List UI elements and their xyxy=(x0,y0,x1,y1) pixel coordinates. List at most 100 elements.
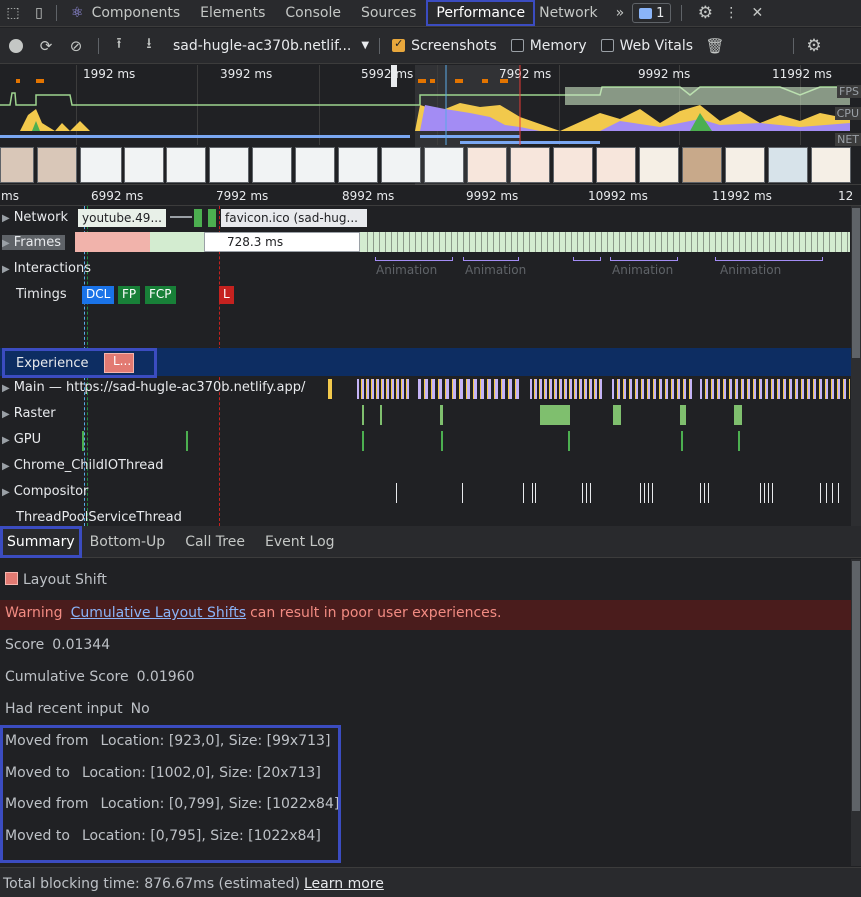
network-track[interactable]: ▶ Network youtube.49... favicon.ico (sad-… xyxy=(0,206,851,232)
animation-label[interactable]: Animation xyxy=(465,263,526,277)
issues-badge[interactable]: 1 xyxy=(632,3,672,23)
screenshots-checkbox[interactable]: Screenshots xyxy=(392,37,497,54)
gpu-task[interactable] xyxy=(362,431,364,451)
gpu-task[interactable] xyxy=(186,431,188,451)
childio-track[interactable]: ▶ Chrome_ChildIOThread xyxy=(0,454,851,480)
screenshot-thumbnail[interactable] xyxy=(124,147,164,183)
network-request[interactable] xyxy=(194,209,202,227)
tab-console[interactable]: Console xyxy=(275,0,351,26)
screenshot-thumbnail[interactable] xyxy=(252,147,292,183)
screenshot-thumbnail[interactable] xyxy=(553,147,593,183)
raster-task[interactable] xyxy=(540,405,570,425)
timeline-overview[interactable]: 1992 ms 3992 ms 5992 ms 7992 ms 9992 ms … xyxy=(0,65,861,185)
load-profile-button[interactable]: ⭱ xyxy=(107,34,131,58)
kebab-menu-icon[interactable]: ⋮ xyxy=(718,0,744,26)
gpu-task[interactable] xyxy=(82,431,84,451)
profile-select[interactable]: sad-hugle-ac370b.netlif... ▼ xyxy=(173,38,369,54)
tab-network[interactable]: Network xyxy=(535,0,607,26)
screenshot-thumbnail[interactable] xyxy=(639,147,679,183)
gpu-task[interactable] xyxy=(441,431,443,451)
gpu-task[interactable] xyxy=(681,431,683,451)
compositor-track[interactable]: ▶ Compositor xyxy=(0,480,851,506)
compositor-task[interactable] xyxy=(532,483,538,503)
webvitals-checkbox[interactable]: Web Vitals xyxy=(600,38,693,54)
screenshot-thumbnail[interactable] xyxy=(295,147,335,183)
tab-bottom-up[interactable]: Bottom-Up xyxy=(82,526,176,558)
main-thread-track[interactable]: ▶ Main — https://sad-hugle-ac370b.netlify… xyxy=(0,376,851,402)
screenshot-thumbnail[interactable] xyxy=(0,147,34,183)
record-button[interactable] xyxy=(4,34,28,58)
screenshot-thumbnail[interactable] xyxy=(811,147,851,183)
tab-event-log[interactable]: Event Log xyxy=(255,526,345,558)
raster-task[interactable] xyxy=(613,405,621,425)
frames-track[interactable]: ▶ Frames 728.3 ms xyxy=(0,231,851,257)
raster-task[interactable] xyxy=(680,405,686,425)
load-marker[interactable]: L xyxy=(219,286,234,304)
timings-track[interactable]: Timings DCL FP FCP L xyxy=(0,283,851,309)
raster-task[interactable] xyxy=(734,405,742,425)
compositor-task[interactable] xyxy=(760,483,774,503)
fcp-marker[interactable]: FCP xyxy=(145,286,176,304)
close-icon[interactable]: ✕ xyxy=(744,0,770,26)
screenshot-thumbnail[interactable] xyxy=(166,147,206,183)
network-request[interactable]: favicon.ico (sad-hug... xyxy=(221,209,367,227)
tracks-scrollbar[interactable] xyxy=(851,206,861,526)
screenshot-thumbnail[interactable] xyxy=(338,147,378,183)
screenshot-thumbnail[interactable] xyxy=(725,147,765,183)
network-request[interactable]: youtube.49... xyxy=(78,209,166,227)
screenshot-thumbnail[interactable] xyxy=(37,147,77,183)
raster-task[interactable] xyxy=(440,405,443,425)
main-task-cluster[interactable] xyxy=(418,379,520,399)
threadpool-track[interactable]: ThreadPoolServiceThread xyxy=(0,506,851,526)
compositor-task[interactable] xyxy=(396,483,397,503)
dcl-marker[interactable]: DCL xyxy=(82,286,115,304)
interactions-track[interactable]: ▶ Interactions Animation Animation Animat… xyxy=(0,257,851,283)
tab-summary[interactable]: Summary xyxy=(0,525,82,558)
tab-call-tree[interactable]: Call Tree xyxy=(175,526,255,558)
screenshot-thumbnail[interactable] xyxy=(596,147,636,183)
inspect-icon[interactable]: ⬚ xyxy=(0,0,26,26)
gpu-task[interactable] xyxy=(738,431,740,451)
screenshot-thumbnail[interactable] xyxy=(209,147,249,183)
animation-label[interactable]: Animation xyxy=(720,263,781,277)
raster-track[interactable]: ▶ Raster xyxy=(0,402,851,428)
gpu-task[interactable] xyxy=(568,431,570,451)
screenshot-thumbnail[interactable] xyxy=(80,147,122,183)
screenshot-thumbnail[interactable] xyxy=(768,147,808,183)
scrollbar-thumb[interactable] xyxy=(852,208,860,358)
clear-button[interactable]: ⊘ xyxy=(64,34,88,58)
network-request[interactable] xyxy=(208,209,216,227)
main-task-cluster[interactable] xyxy=(530,379,602,399)
main-task[interactable] xyxy=(328,379,332,399)
gear-icon[interactable]: ⚙ xyxy=(692,0,718,26)
reload-record-button[interactable]: ⟳ xyxy=(34,34,58,58)
tab-sources[interactable]: Sources xyxy=(351,0,426,26)
learn-more-link[interactable]: Learn more xyxy=(304,876,384,892)
tab-components[interactable]: ⚛ Components xyxy=(61,0,190,26)
capture-settings-button[interactable]: ⚙ xyxy=(802,34,826,58)
summary-scrollbar[interactable] xyxy=(851,559,861,866)
gpu-track[interactable]: ▶ GPU xyxy=(0,428,851,454)
timeline-tracks[interactable]: ▶ Network youtube.49... favicon.ico (sad-… xyxy=(0,206,851,526)
fp-marker[interactable]: FP xyxy=(118,286,141,304)
tab-elements[interactable]: Elements xyxy=(190,0,275,26)
compositor-task[interactable] xyxy=(820,483,840,503)
raster-task[interactable] xyxy=(362,405,364,425)
tab-performance[interactable]: Performance xyxy=(426,0,536,26)
dropped-frame[interactable] xyxy=(75,232,150,252)
raster-task[interactable] xyxy=(380,405,382,425)
frame[interactable]: 728.3 ms xyxy=(204,232,360,252)
main-task-cluster[interactable] xyxy=(700,379,850,399)
compositor-task[interactable] xyxy=(640,483,654,503)
animation-label[interactable]: Animation xyxy=(612,263,673,277)
screenshot-thumbnail[interactable] xyxy=(682,147,722,183)
save-profile-button[interactable]: ⭳ xyxy=(137,34,161,58)
main-task-cluster[interactable] xyxy=(612,379,692,399)
screenshot-thumbnail[interactable] xyxy=(424,147,464,183)
main-task-cluster[interactable] xyxy=(357,379,411,399)
compositor-task[interactable] xyxy=(582,483,594,503)
cumulative-layout-shifts-link[interactable]: Cumulative Layout Shifts xyxy=(71,605,247,621)
screenshot-thumbnail[interactable] xyxy=(510,147,550,183)
compositor-task[interactable] xyxy=(462,483,463,503)
collect-garbage-button[interactable]: 🗑 xyxy=(703,34,727,58)
